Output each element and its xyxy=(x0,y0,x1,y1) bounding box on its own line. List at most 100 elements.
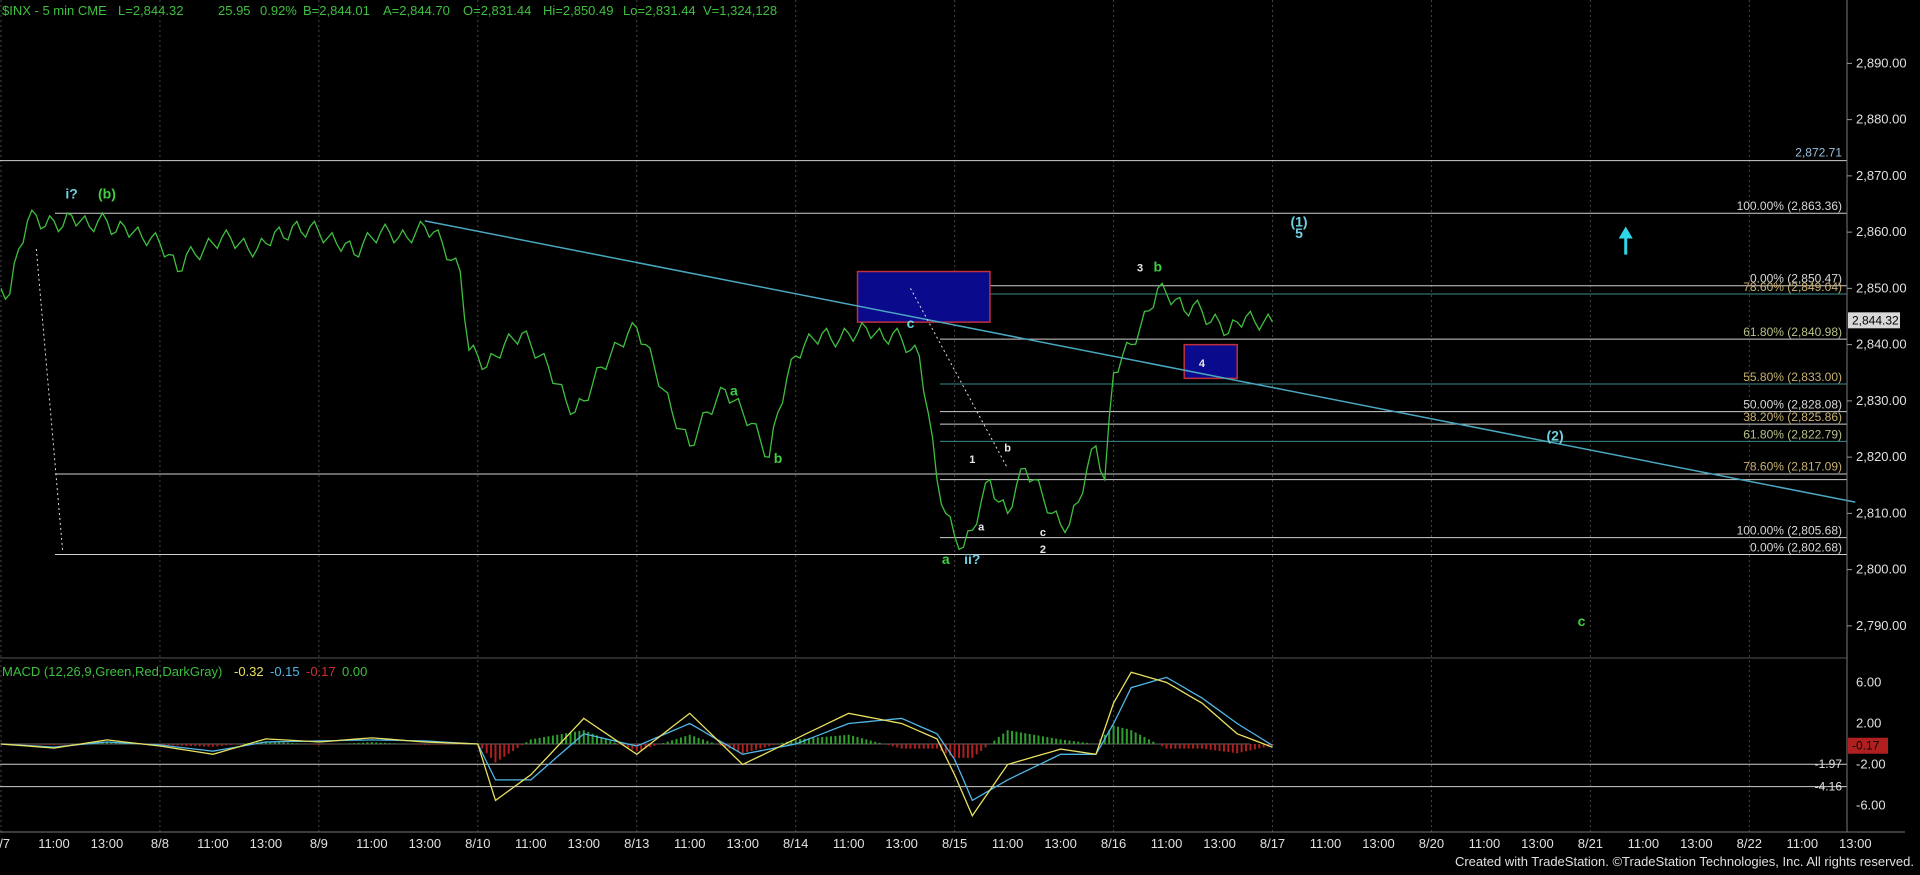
x-tick-label: 13:00 xyxy=(1203,836,1236,851)
time-gridlines xyxy=(0,0,1750,832)
x-tick-label: 8/14 xyxy=(783,836,808,851)
wave-label: ii? xyxy=(964,551,980,567)
x-tick-label: 13:00 xyxy=(1521,836,1554,851)
x-tick-label: 8/13 xyxy=(624,836,649,851)
wave-label: (b) xyxy=(98,185,116,201)
x-tick-label: 11:00 xyxy=(1310,836,1342,851)
wave-label: a xyxy=(942,551,950,567)
x-tick-label: 8/9 xyxy=(310,836,328,851)
x-tick-label: 8/15 xyxy=(942,836,967,851)
x-tick-label: 8/21 xyxy=(1578,836,1603,851)
x-tick-label: 11:00 xyxy=(1151,836,1183,851)
macd-value: -0.32 xyxy=(234,664,264,679)
footer-copyright: Created with TradeStation. ©TradeStation… xyxy=(1455,854,1914,869)
x-tick-label: 13:00 xyxy=(409,836,442,851)
x-tick-label: 11:00 xyxy=(1787,836,1819,851)
wave-label: 2 xyxy=(1040,544,1046,556)
header-bid: B=2,844.01 xyxy=(303,3,370,18)
x-tick-label: 13:00 xyxy=(726,836,759,851)
macd-panel: -1.97 -4.16 -0.17 xyxy=(0,671,1888,818)
wave-label: b xyxy=(774,450,783,466)
fib-level-label: 78.60% (2,849.04) xyxy=(1743,280,1842,294)
macd-y-tick-label: -6.00 xyxy=(1856,798,1886,813)
wave-label: a xyxy=(730,382,738,398)
dotted-wave-line xyxy=(35,248,64,553)
y-tick-label: 2,880.00 xyxy=(1856,112,1907,127)
chart-canvas: 2,872.71100.00% (2,863.36)0.00% (2,850.4… xyxy=(0,0,1914,869)
y-tick-label: 2,800.00 xyxy=(1856,562,1907,577)
x-tick-label: 11:00 xyxy=(356,836,388,851)
macd-y-tick-label: -2.00 xyxy=(1856,757,1886,772)
x-tick-label: 13:00 xyxy=(250,836,283,851)
x-tick-label: 11:00 xyxy=(197,836,229,851)
macd-signal-value: -0.15 xyxy=(270,664,300,679)
header-last: L=2,844.32 xyxy=(118,3,183,18)
trendline-layer xyxy=(35,220,1856,553)
header-low: Lo=2,831.44 xyxy=(623,3,696,18)
x-tick-label: 13:00 xyxy=(1044,836,1077,851)
x-tick-label: 11:00 xyxy=(1469,836,1501,851)
x-tick-label: 13:00 xyxy=(568,836,601,851)
y-tick-label: 2,820.00 xyxy=(1856,449,1907,464)
header-open: O=2,831.44 xyxy=(463,3,531,18)
target-box xyxy=(856,270,991,323)
x-tick-label: 11:00 xyxy=(992,836,1024,851)
wave-label: c xyxy=(907,315,915,331)
x-tick-label: 11:00 xyxy=(674,836,706,851)
macd-level-label: -4.16 xyxy=(1815,780,1843,794)
macd-diff-value: -0.17 xyxy=(306,664,336,679)
fib-level-label: 0.00% (2,802.68) xyxy=(1750,541,1842,555)
wave-label: 5 xyxy=(1295,225,1303,241)
y-tick-label: 2,890.00 xyxy=(1856,55,1907,70)
x-tick-label: 13:00 xyxy=(885,836,918,851)
x-tick-label: 11:00 xyxy=(1628,836,1660,851)
fib-level-label: 100.00% (2,863.36) xyxy=(1737,199,1842,213)
axes: 8/7 11:00 13:00 8/8 11:00 13:00 8/9 11:00 13:00 8… xyxy=(0,0,1907,851)
y-tick-label: 2,830.00 xyxy=(1856,393,1907,408)
macd-zero-value: 0.00 xyxy=(342,664,367,679)
wave-label: a xyxy=(978,521,985,533)
macd-level-label: -1.97 xyxy=(1815,757,1843,771)
horizontal-levels: 2,872.71100.00% (2,863.36)0.00% (2,850.4… xyxy=(0,146,1847,556)
macd-y-tick-label: 6.00 xyxy=(1856,675,1881,690)
x-tick-label: 8/10 xyxy=(465,836,490,851)
x-tick-label: 13:00 xyxy=(1362,836,1395,851)
header-ask: A=2,844.70 xyxy=(383,3,450,18)
wave-label: 4 xyxy=(1199,358,1206,370)
x-tick-label: 11:00 xyxy=(833,836,865,851)
wave-label: c xyxy=(1578,613,1586,629)
up-arrow-icon xyxy=(1618,226,1633,239)
wave-label: b xyxy=(1004,443,1011,455)
target-box xyxy=(1183,343,1238,380)
wave-label: i? xyxy=(65,185,77,201)
wave-label: (2) xyxy=(1547,427,1564,443)
x-tick-label: 8/17 xyxy=(1260,836,1285,851)
header-change: 25.95 xyxy=(218,3,251,18)
wave-label: c xyxy=(1040,527,1046,539)
fib-level-label: 100.00% (2,805.68) xyxy=(1737,524,1842,538)
x-tick-label: 11:00 xyxy=(515,836,547,851)
header-high: Hi=2,850.49 xyxy=(543,3,613,18)
header-volume: V=1,324,128 xyxy=(703,3,777,18)
x-tick-label: 8/16 xyxy=(1101,836,1126,851)
y-tick-label: 2,870.00 xyxy=(1856,168,1907,183)
wave-annotations: i? (b)abc1ba c2a ii?3 b4(1)5(2)c xyxy=(65,185,1633,629)
x-tick-label: 8/7 xyxy=(0,836,10,851)
y-tick-label: 2,850.00 xyxy=(1856,280,1907,295)
y-tick-label: 2,840.00 xyxy=(1856,337,1907,352)
fib-level-label: 61.80% (2,822.79) xyxy=(1743,427,1842,441)
x-tick-label: 8/22 xyxy=(1737,836,1762,851)
macd-title: MACD (12,26,9,Green,Red,DarkGray) xyxy=(2,664,222,679)
x-tick-label: 11:00 xyxy=(38,836,70,851)
target-boxes xyxy=(856,270,1238,380)
top-level-label: 2,872.71 xyxy=(1795,146,1842,160)
header-symbol: $INX - 5 min CME xyxy=(2,3,107,18)
fib-level-label: 38.20% (2,825.86) xyxy=(1743,410,1842,424)
wave-label: b xyxy=(1153,259,1162,275)
macd-last-label: -0.17 xyxy=(1852,739,1880,753)
macd-y-tick-label: 2.00 xyxy=(1856,716,1881,731)
wave-label: 1 xyxy=(969,454,975,466)
wave-label: 3 xyxy=(1137,263,1143,275)
x-tick-label: 13:00 xyxy=(1839,836,1872,851)
y-tick-label: 2,790.00 xyxy=(1856,618,1907,633)
